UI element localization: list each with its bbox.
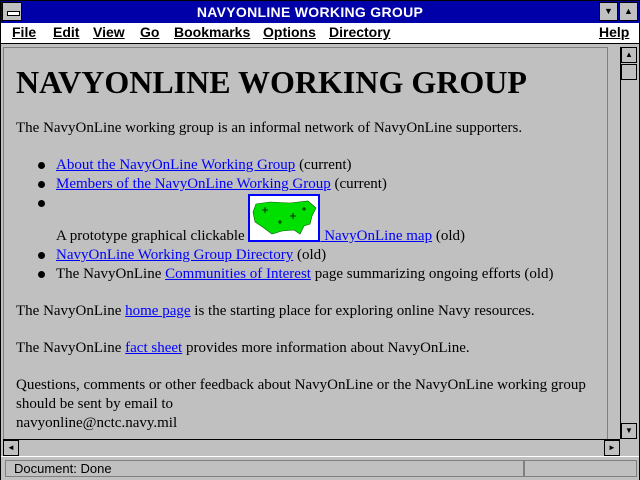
scroll-thumb[interactable] <box>621 64 637 80</box>
progress-indicator <box>523 460 637 477</box>
maximize-button[interactable]: ▲ <box>619 2 638 21</box>
list-item-note: (current) <box>295 157 352 173</box>
title-bar: NAVYONLINE WORKING GROUP ▼ ▲ <box>1 1 639 23</box>
map-link[interactable]: NavyOnLine map <box>320 228 432 244</box>
menu-directory[interactable]: Directory <box>329 24 390 40</box>
browser-window: NAVYONLINE WORKING GROUP ▼ ▲ File Edit V… <box>0 0 640 480</box>
resource-list: About the NavyOnLine Working Group (curr… <box>16 156 595 284</box>
fact-text-after: provides more information about NavyOnLi… <box>182 340 470 356</box>
menu-view[interactable]: View <box>93 24 125 40</box>
fact-sheet-link[interactable]: fact sheet <box>125 340 182 356</box>
scroll-up-arrow-icon[interactable]: ▲ <box>621 47 637 63</box>
page-title: NAVYONLINE WORKING GROUP <box>16 64 527 100</box>
list-item: The NavyOnLine Communities of Interest p… <box>16 265 595 284</box>
scroll-left-arrow-icon[interactable]: ◄ <box>3 440 19 456</box>
document-view: NAVYONLINE WORKING GROUP The NavyOnLine … <box>3 47 608 441</box>
menu-help[interactable]: Help <box>599 24 629 40</box>
minimize-button[interactable]: ▼ <box>599 2 618 21</box>
list-item-prefix: A prototype graphical clickable <box>56 228 249 244</box>
feedback-paragraph: Questions, comments or other feedback ab… <box>16 376 595 433</box>
menu-bookmarks[interactable]: Bookmarks <box>174 24 250 40</box>
menu-edit[interactable]: Edit <box>53 24 79 40</box>
directory-link[interactable]: NavyOnLine Working Group Directory <box>56 247 293 263</box>
fact-text-before: The NavyOnLine <box>16 340 126 356</box>
menu-go[interactable]: Go <box>140 24 159 40</box>
home-paragraph: The NavyOnLine home page is the starting… <box>16 302 595 321</box>
scroll-right-arrow-icon[interactable]: ► <box>604 440 620 456</box>
home-page-link[interactable]: home page <box>125 303 190 319</box>
horizontal-scrollbar[interactable]: ◄ ► <box>3 439 620 456</box>
usa-map-image[interactable] <box>248 194 321 242</box>
menu-bar: File Edit View Go Bookmarks Options Dire… <box>1 23 639 44</box>
minimize-arrow-icon: ▼ <box>604 6 613 16</box>
usa-map-graphic <box>253 200 317 235</box>
list-item: NavyOnLine Working Group Directory (old) <box>16 246 595 265</box>
page-body: NAVYONLINE WORKING GROUP The NavyOnLine … <box>4 64 607 433</box>
list-item-prefix: The NavyOnLine <box>56 266 166 282</box>
status-text: Document: Done <box>5 460 525 477</box>
fact-paragraph: The NavyOnLine fact sheet provides more … <box>16 339 595 358</box>
intro-text: The NavyOnLine working group is an infor… <box>16 120 523 136</box>
list-item-note: (old) <box>293 247 327 263</box>
list-item: A prototype graphical clickable NavyOnLi… <box>16 194 595 246</box>
email-address: navyonline@nctc.navy.mil <box>16 415 178 431</box>
window-title: NAVYONLINE WORKING GROUP <box>196 4 424 20</box>
list-item-note: (old) <box>432 228 465 244</box>
list-item-note: page summarizing ongoing efforts (old) <box>310 266 554 282</box>
home-text-before: The NavyOnLine <box>16 303 126 319</box>
about-link[interactable]: About the NavyOnLine Working Group <box>56 157 295 173</box>
system-menu-icon[interactable] <box>2 2 22 21</box>
maximize-arrow-icon: ▲ <box>624 6 633 16</box>
home-text-after: is the starting place for exploring onli… <box>190 303 535 319</box>
list-item: Members of the NavyOnLine Working Group … <box>16 175 595 194</box>
members-link[interactable]: Members of the NavyOnLine Working Group <box>56 176 331 192</box>
map-land-shape <box>253 200 317 235</box>
menu-options[interactable]: Options <box>263 24 316 40</box>
list-item-note: (current) <box>330 176 387 192</box>
feedback-text: Questions, comments or other feedback ab… <box>16 377 586 412</box>
scroll-down-arrow-icon[interactable]: ▼ <box>621 423 637 439</box>
status-bar: Document: Done <box>1 456 639 480</box>
communities-link[interactable]: Communities of Interest <box>165 266 311 282</box>
list-item: About the NavyOnLine Working Group (curr… <box>16 156 595 175</box>
vertical-scrollbar[interactable]: ▲ ▼ <box>620 47 638 439</box>
menu-file[interactable]: File <box>12 24 36 40</box>
